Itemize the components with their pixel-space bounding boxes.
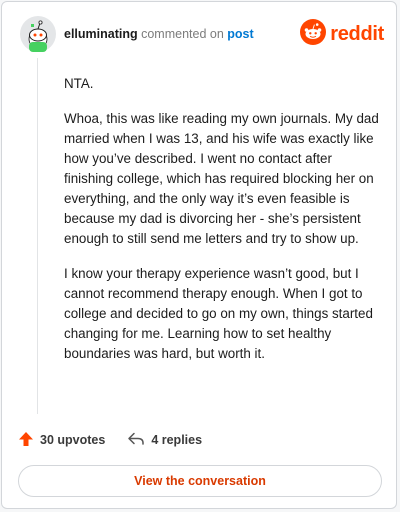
comment-paragraph: I know your therapy experience wasn’t go… [64,266,373,361]
post-link[interactable]: post [227,27,253,41]
view-conversation-button[interactable]: View the conversation [18,465,382,497]
comment-paragraph: NTA. [64,76,94,91]
comment-body: NTA. Whoa, this was like reading my own … [64,74,382,379]
reply-button[interactable]: 4 replies [127,431,202,450]
reply-arrow-icon [127,431,145,450]
reddit-logo[interactable]: reddit [300,18,384,50]
upvote-count: 30 upvotes [40,433,106,447]
reply-count: 4 replies [151,433,203,447]
comment-meta: elluminating commented on post [64,26,254,42]
comment-actions: 30 upvotes 4 replies [18,430,202,450]
snoo-avatar-icon[interactable] [20,16,56,52]
reddit-snoo-icon [300,18,327,50]
comment-header: elluminating commented on post reddit [20,16,386,54]
commented-on-text: commented on [141,27,224,41]
comment-card: elluminating commented on post reddit NT… [1,1,397,509]
reddit-wordmark: reddit [330,22,384,45]
username-link[interactable]: elluminating [64,27,138,41]
upvote-button[interactable]: 30 upvotes [18,431,105,450]
upvote-arrow-icon [18,431,34,450]
thread-line [37,58,38,414]
comment-paragraph: Whoa, this was like reading my own journ… [64,111,379,246]
